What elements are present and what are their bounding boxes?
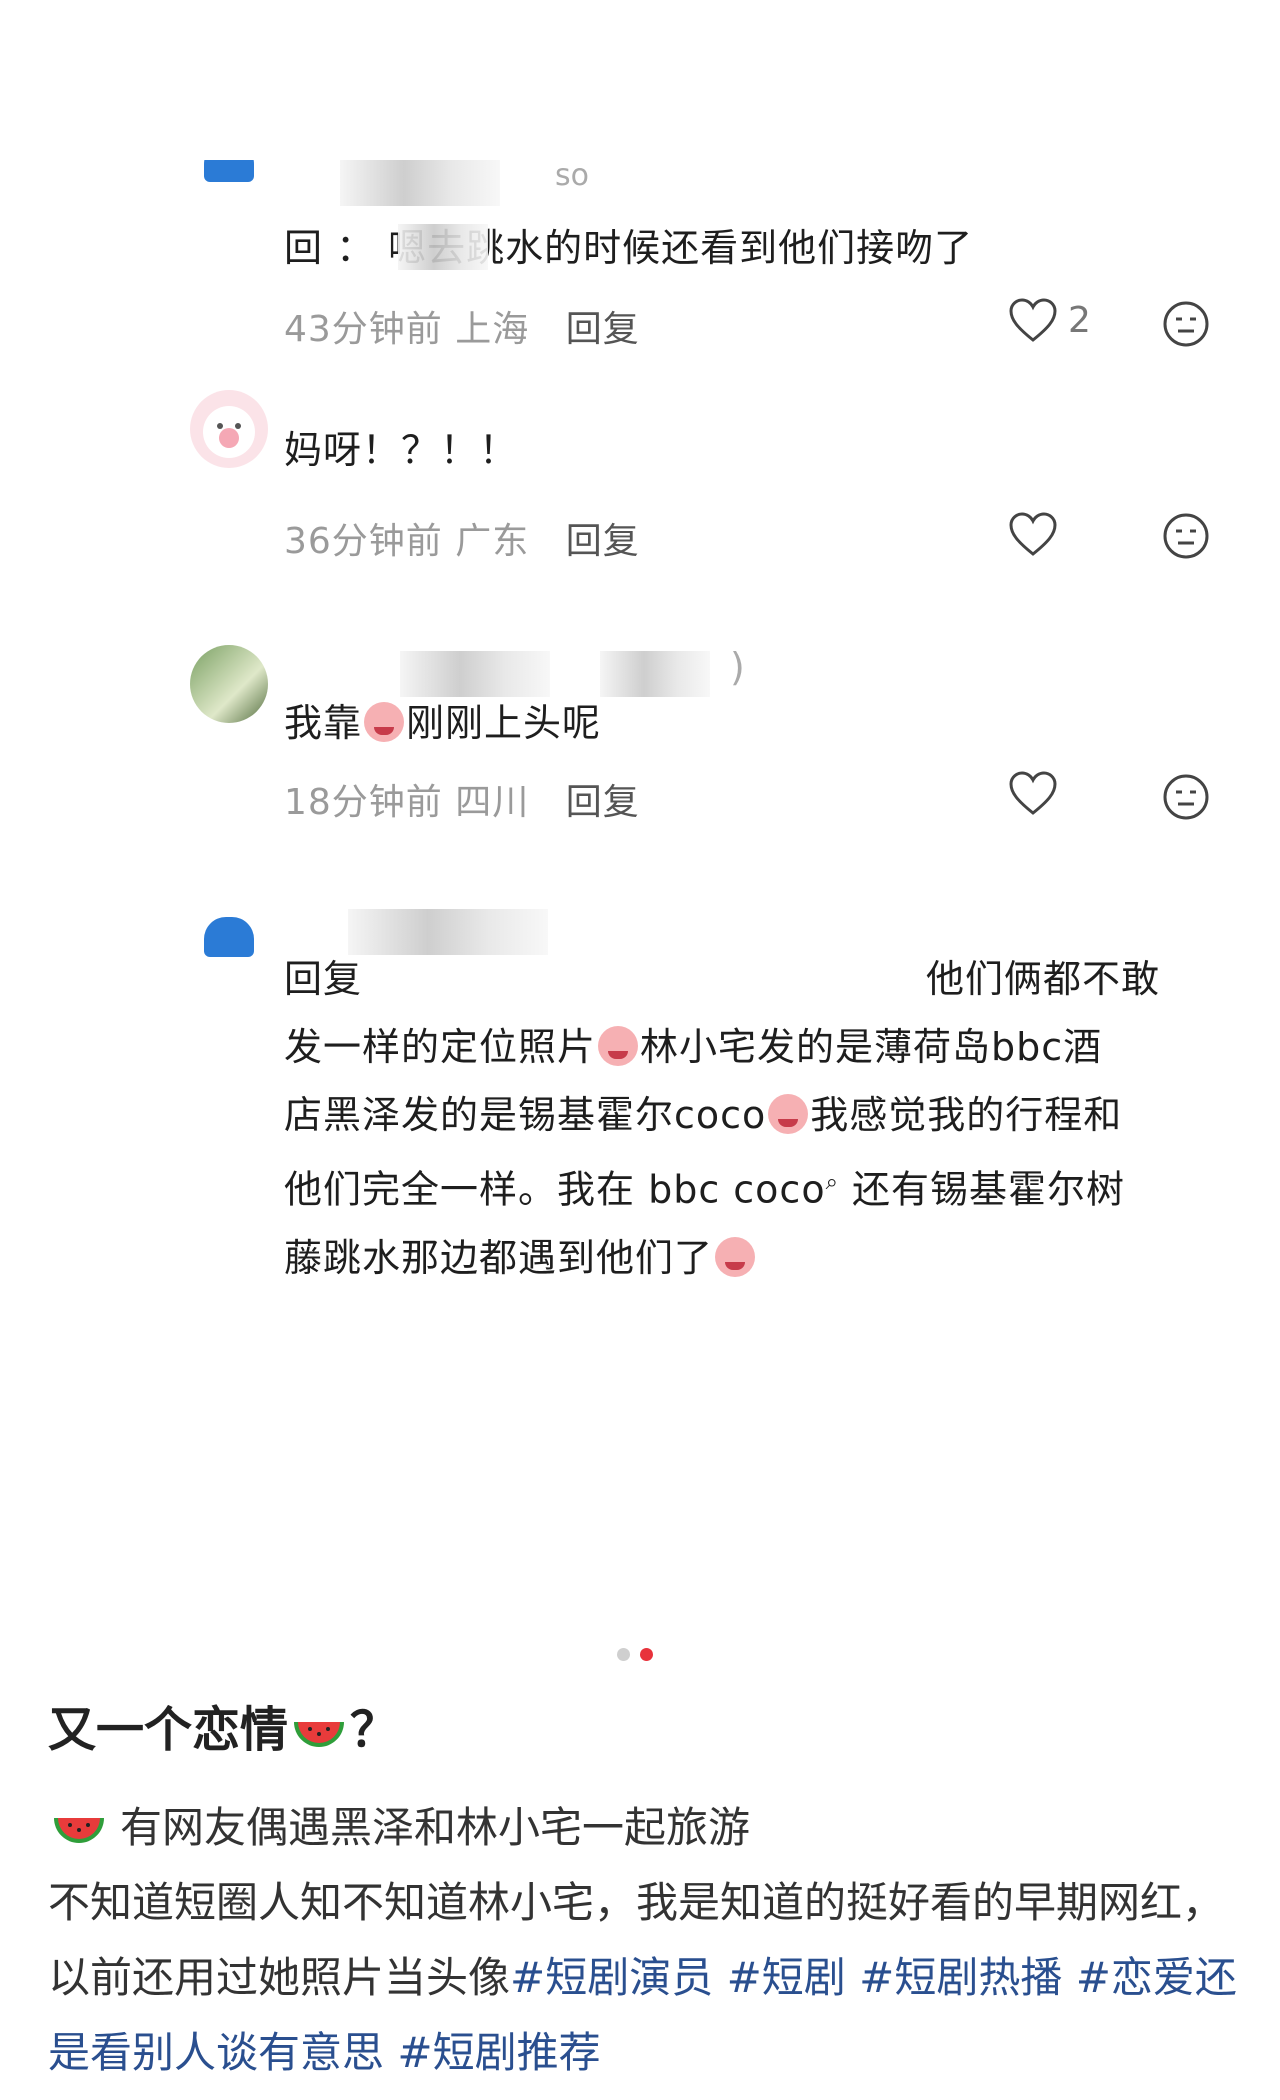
comment-location: 四川 [455, 782, 530, 823]
post-body: 有网友偶遇黑泽和林小宅一起旅游 不知道短圈人知不知道林小宅，我是知道的挺好看的早… [48, 1790, 1238, 2090]
heart-icon[interactable] [1008, 298, 1058, 344]
comment-time: 18分钟前 [284, 782, 443, 823]
hashtag-link[interactable]: #短剧 [727, 1953, 846, 2002]
neutral-emoji-icon[interactable] [1162, 773, 1210, 821]
carousel-indicator [612, 1646, 658, 1665]
avatar[interactable] [190, 905, 268, 983]
blurred-mention [398, 224, 488, 270]
comment-location: 广东 [455, 521, 530, 562]
crying-emoji-icon [768, 1094, 809, 1134]
avatar[interactable] [190, 390, 268, 468]
post-line: 有网友偶遇黑泽和林小宅一起旅游 [120, 1803, 751, 1852]
crying-emoji-icon [598, 1026, 639, 1066]
hashtag-link[interactable]: #短剧热播 [859, 1953, 1062, 2002]
username-tail: so [555, 160, 589, 193]
hashtag-link[interactable]: #短剧演员 [510, 1953, 713, 2002]
comment-meta: 43分钟前 上海 回复 [284, 300, 640, 352]
comment-location: 上海 [455, 309, 530, 350]
reply-button[interactable]: 回复 [566, 309, 640, 350]
comment-screenshot: so 回 ： 嗯去跳水的时候还看到他们接吻了 43分钟前 上海 回复 2 妈呀！… [0, 160, 1280, 1358]
comment-text: 我靠 刚刚上头呢 [284, 701, 602, 745]
heart-icon[interactable] [1008, 512, 1058, 558]
watermelon-icon [294, 1722, 345, 1747]
crying-emoji-icon [364, 702, 405, 742]
comment-text: 回复 他们俩都不敢 发一样的定位照片 林小宅发的是薄荷岛bbc酒 店黑泽发的是锡基… [284, 957, 1161, 1280]
username-tail: ) [730, 645, 745, 689]
avatar[interactable] [190, 645, 268, 723]
post-title: 又一个恋情？ [48, 1702, 399, 1758]
reply-prefix: 回复 [284, 957, 363, 1001]
carousel-dot[interactable] [617, 1648, 630, 1661]
heart-icon[interactable] [1008, 771, 1058, 817]
comment-meta: 18分钟前 四川 回复 [284, 773, 640, 825]
like-count: 2 [1068, 300, 1091, 341]
blurred-username [340, 160, 500, 206]
hashtag-link[interactable]: #短剧推荐 [397, 2028, 600, 2077]
neutral-emoji-icon[interactable] [1162, 512, 1210, 560]
reply-button[interactable]: 回复 [566, 782, 640, 823]
comment-time: 36分钟前 [284, 521, 443, 562]
neutral-emoji-icon[interactable] [1162, 300, 1210, 348]
carousel-dot-active[interactable] [640, 1648, 653, 1661]
comment-meta: 36分钟前 广东 回复 [284, 512, 640, 564]
reply-button[interactable]: 回复 [566, 521, 640, 562]
avatar[interactable] [190, 160, 268, 208]
pig-avatar-icon [203, 406, 255, 458]
watermelon-icon [54, 1818, 104, 1843]
search-icon[interactable]: ⌕ [826, 1170, 839, 1195]
comment-text: 妈呀！？！！ [284, 428, 519, 472]
crying-emoji-icon [715, 1236, 756, 1277]
comment-time: 43分钟前 [284, 309, 443, 350]
